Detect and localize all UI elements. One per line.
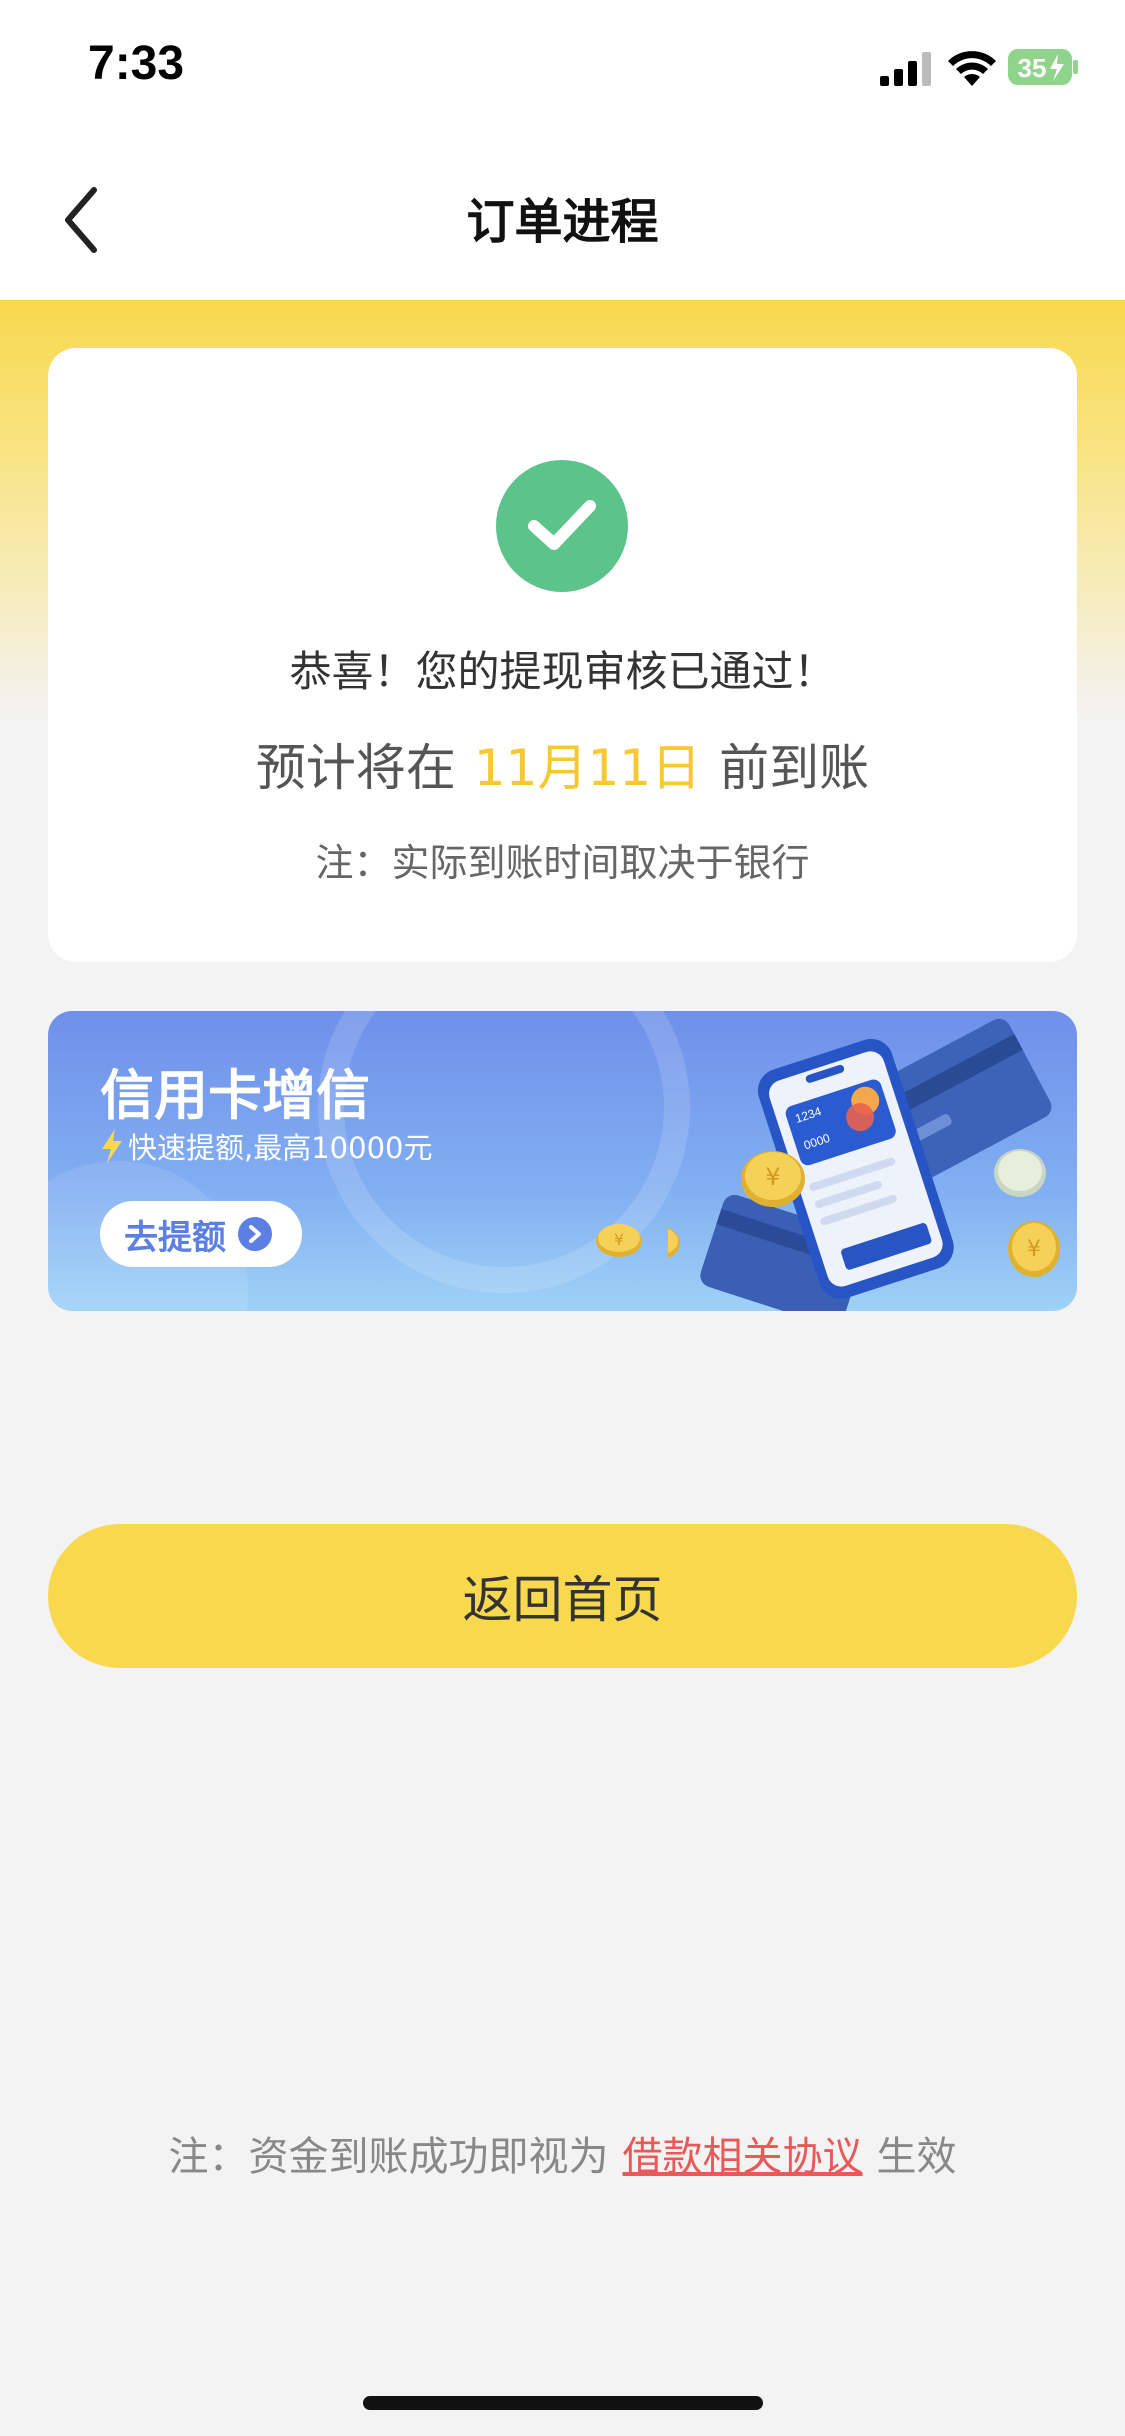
result-card: 恭喜！您的提现审核已通过！ 预计将在 11月11日 前到账 注：实际到账时间取决于银… [48, 348, 1077, 962]
svg-text:¥: ¥ [1027, 1237, 1041, 1262]
arrival-date: 11月11日 [473, 739, 702, 797]
svg-text:¥: ¥ [765, 1163, 780, 1191]
phone-cards-illustration: 1234 0000 ¥ ¥ [668, 1018, 1060, 1311]
credit-card-banner[interactable]: 信用卡增信 快速提额,最高10000元 去提额 1234 0000 ¥ ¥ ¥ [48, 1011, 1077, 1311]
svg-text:¥: ¥ [614, 1230, 624, 1249]
banner-title: 信用卡增信 [100, 1064, 370, 1127]
signal-icon [880, 52, 931, 86]
banner-subtitle: 快速提额,最高10000元 [128, 1131, 433, 1165]
wifi-icon [948, 51, 996, 86]
bank-note: 注：实际到账时间取决于银行 [315, 841, 810, 885]
loan-agreement-link[interactable]: 借款相关协议 [623, 2134, 863, 2180]
battery-level: 35 [1018, 53, 1047, 83]
status-bar: 7:33 35 [0, 0, 1125, 140]
banner-subtitle-row: 快速提额,最高10000元 [100, 1125, 432, 1167]
raise-limit-button[interactable]: 去提额 [100, 1201, 302, 1267]
nav-bar: 订单进程 [0, 140, 1125, 300]
return-home-button[interactable]: 返回首页 [48, 1524, 1077, 1668]
raise-limit-label: 去提额 [124, 1217, 226, 1258]
return-home-label: 返回首页 [462, 1571, 663, 1629]
arrival-estimate: 预计将在 11月11日 前到账 [48, 728, 1077, 800]
page-title: 订单进程 [466, 194, 659, 250]
home-indicator[interactable] [363, 2396, 763, 2410]
success-message: 恭喜！您的提现审核已通过！ [289, 647, 836, 696]
footer-prefix: 注：资金到账成功即视为 [168, 2134, 609, 2180]
arrival-suffix: 前到账 [719, 739, 870, 797]
small-coin: ¥ [596, 1224, 642, 1257]
footer-note: 注：资金到账成功即视为 借款相关协议 生效 [0, 2124, 1125, 2182]
check-circle-icon [496, 460, 628, 592]
lightning-icon [102, 1129, 122, 1163]
arrow-right-icon [238, 1217, 272, 1251]
battery-charging-icon: 35 [1008, 48, 1080, 86]
arrival-prefix: 预计将在 [255, 739, 456, 797]
footer-suffix: 生效 [876, 2134, 957, 2180]
status-time: 7:33 [88, 37, 185, 90]
